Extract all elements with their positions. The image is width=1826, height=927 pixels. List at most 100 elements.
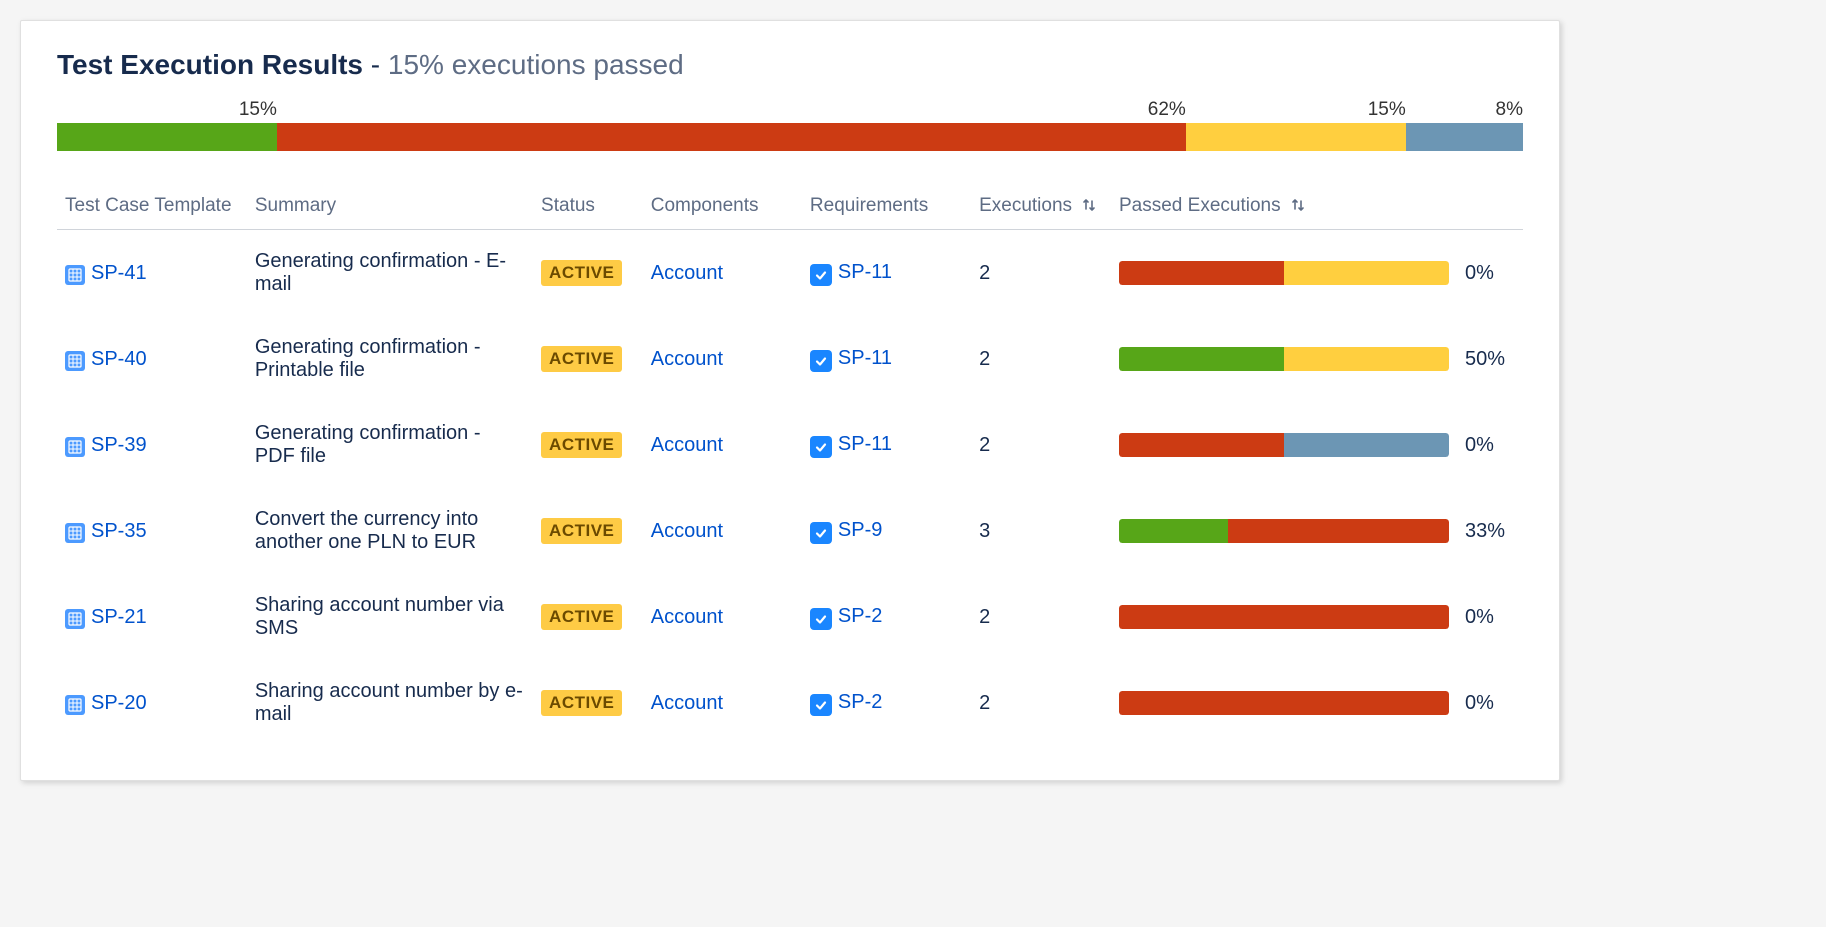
status-badge: ACTIVE bbox=[541, 260, 622, 286]
passed-percent: 33% bbox=[1465, 520, 1515, 543]
overall-segment-red bbox=[277, 123, 1186, 151]
col-status[interactable]: Status bbox=[533, 185, 643, 230]
overall-label-blue: 8% bbox=[1496, 99, 1523, 121]
status-badge: ACTIVE bbox=[541, 518, 622, 544]
sort-icon bbox=[1081, 197, 1097, 213]
issue-link[interactable]: SP-39 bbox=[91, 434, 147, 456]
col-requirements[interactable]: Requirements bbox=[802, 185, 971, 230]
execution-segment-red bbox=[1228, 519, 1449, 543]
requirement-check-icon bbox=[810, 608, 832, 630]
component-link[interactable]: Account bbox=[651, 262, 723, 284]
col-template[interactable]: Test Case Template bbox=[57, 185, 247, 230]
passed-percent: 0% bbox=[1465, 434, 1515, 457]
execution-bar bbox=[1119, 605, 1449, 629]
summary-cell: Sharing account number by e-mail bbox=[247, 660, 533, 746]
issue-type-icon bbox=[65, 609, 85, 629]
execution-segment-green bbox=[1119, 519, 1228, 543]
requirement-link[interactable]: SP-11 bbox=[838, 261, 892, 283]
summary-cell: Convert the currency into another one PL… bbox=[247, 488, 533, 574]
component-link[interactable]: Account bbox=[651, 348, 723, 370]
component-link[interactable]: Account bbox=[651, 692, 723, 714]
executions-cell: 2 bbox=[971, 316, 1111, 402]
issue-link[interactable]: SP-35 bbox=[91, 520, 147, 542]
issue-type-icon bbox=[65, 523, 85, 543]
table-row: SP-41 Generating confirmation - E-mail ACT… bbox=[57, 230, 1523, 317]
execution-segment-red bbox=[1119, 261, 1284, 285]
overall-bar bbox=[57, 123, 1523, 151]
requirement-check-icon bbox=[810, 350, 832, 372]
issue-link[interactable]: SP-41 bbox=[91, 262, 147, 284]
executions-cell: 2 bbox=[971, 230, 1111, 317]
col-components[interactable]: Components bbox=[643, 185, 802, 230]
execution-segment-red bbox=[1119, 691, 1449, 715]
title-separator: - bbox=[363, 49, 388, 80]
requirement-link[interactable]: SP-11 bbox=[838, 433, 892, 455]
execution-segment-red bbox=[1119, 605, 1449, 629]
component-link[interactable]: Account bbox=[651, 434, 723, 456]
overall-segment-green bbox=[57, 123, 277, 151]
requirement-check-icon bbox=[810, 264, 832, 286]
execution-segment-blue bbox=[1284, 433, 1449, 457]
passed-percent: 0% bbox=[1465, 606, 1515, 629]
execution-bar bbox=[1119, 433, 1449, 457]
table-row: SP-21 Sharing account number via SMS ACTIV… bbox=[57, 574, 1523, 660]
execution-bar bbox=[1119, 691, 1449, 715]
issue-type-icon bbox=[65, 695, 85, 715]
status-badge: ACTIVE bbox=[541, 432, 622, 458]
requirement-link[interactable]: SP-9 bbox=[838, 519, 882, 541]
table-row: SP-39Generating confirmation - PDF fileA… bbox=[57, 402, 1523, 488]
component-link[interactable]: Account bbox=[651, 606, 723, 628]
table-row: SP-40 Generating confirmation - Printable… bbox=[57, 316, 1523, 402]
overall-distribution: 15% 62% 15% 8% bbox=[57, 99, 1523, 151]
table-row: SP-20 Sharing account number by e-mail ACT… bbox=[57, 660, 1523, 746]
issue-type-icon bbox=[65, 351, 85, 371]
execution-segment-red bbox=[1119, 433, 1284, 457]
requirement-link[interactable]: SP-2 bbox=[838, 605, 882, 627]
title-main: Test Execution Results bbox=[57, 49, 363, 80]
summary-cell: Sharing account number via SMS bbox=[247, 574, 533, 660]
issue-link[interactable]: SP-21 bbox=[91, 606, 147, 628]
summary-cell: Generating confirmation - E-mail bbox=[247, 230, 533, 317]
overall-labels: 15% 62% 15% 8% bbox=[57, 99, 1523, 123]
table-row: SP-35 Convert the currency into another o… bbox=[57, 488, 1523, 574]
passed-percent: 50% bbox=[1465, 348, 1515, 371]
overall-segment-blue bbox=[1406, 123, 1523, 151]
requirement-check-icon bbox=[810, 694, 832, 716]
col-summary[interactable]: Summary bbox=[247, 185, 533, 230]
component-link[interactable]: Account bbox=[651, 520, 723, 542]
requirement-check-icon bbox=[810, 522, 832, 544]
issue-type-icon bbox=[65, 265, 85, 285]
execution-segment-green bbox=[1119, 347, 1284, 371]
executions-cell: 2 bbox=[971, 660, 1111, 746]
title-subtitle: 15% executions passed bbox=[388, 49, 684, 80]
execution-bar bbox=[1119, 347, 1449, 371]
executions-cell: 3 bbox=[971, 488, 1111, 574]
issue-link[interactable]: SP-20 bbox=[91, 692, 147, 714]
sort-icon bbox=[1290, 197, 1306, 213]
overall-segment-yellow bbox=[1186, 123, 1406, 151]
requirement-link[interactable]: SP-2 bbox=[838, 691, 882, 713]
test-execution-results-panel: Test Execution Results - 15% executions … bbox=[20, 20, 1560, 781]
status-badge: ACTIVE bbox=[541, 690, 622, 716]
passed-percent: 0% bbox=[1465, 262, 1515, 285]
passed-percent: 0% bbox=[1465, 692, 1515, 715]
overall-label-yellow: 15% bbox=[1368, 99, 1406, 121]
col-passed[interactable]: Passed Executions bbox=[1111, 185, 1523, 230]
execution-segment-yellow bbox=[1284, 347, 1449, 371]
col-passed-label: Passed Executions bbox=[1119, 195, 1281, 216]
status-badge: ACTIVE bbox=[541, 604, 622, 630]
col-executions-label: Executions bbox=[979, 195, 1072, 216]
issue-type-icon bbox=[65, 437, 85, 457]
summary-cell: Generating confirmation - Printable file bbox=[247, 316, 533, 402]
executions-cell: 2 bbox=[971, 574, 1111, 660]
overall-label-red: 62% bbox=[1148, 99, 1186, 121]
status-badge: ACTIVE bbox=[541, 346, 622, 372]
requirement-check-icon bbox=[810, 436, 832, 458]
executions-cell: 2 bbox=[971, 402, 1111, 488]
overall-label-green: 15% bbox=[239, 99, 277, 121]
col-executions[interactable]: Executions bbox=[971, 185, 1111, 230]
panel-title: Test Execution Results - 15% executions … bbox=[57, 49, 1523, 81]
requirement-link[interactable]: SP-11 bbox=[838, 347, 892, 369]
results-table: Test Case Template Summary Status Compon… bbox=[57, 185, 1523, 746]
issue-link[interactable]: SP-40 bbox=[91, 348, 147, 370]
